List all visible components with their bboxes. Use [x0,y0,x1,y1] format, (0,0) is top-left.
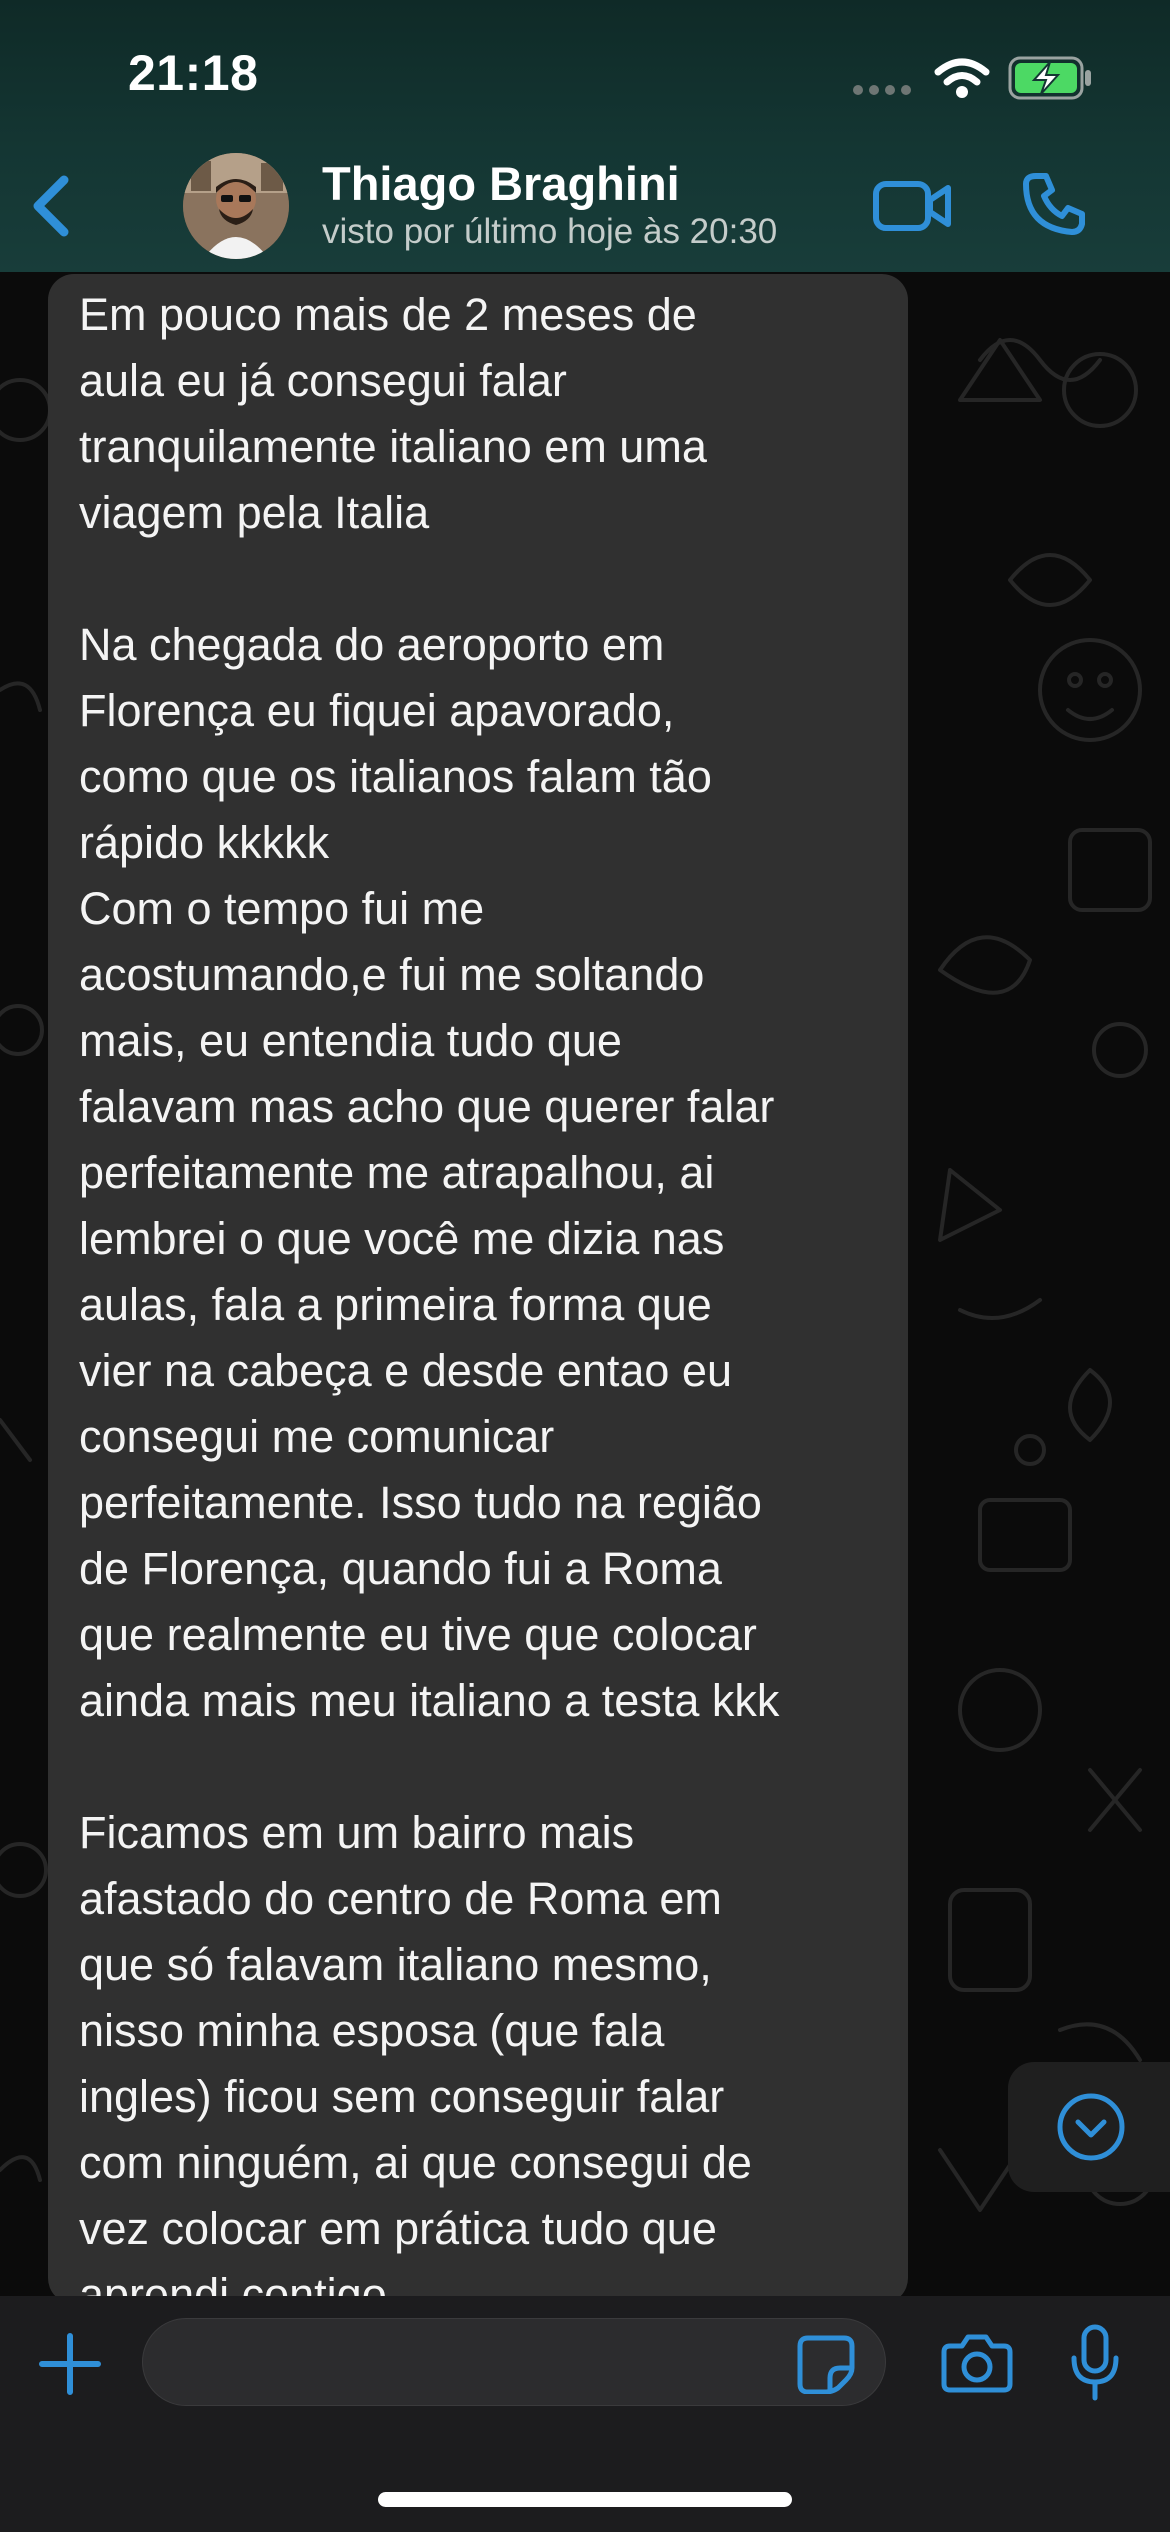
contact-last-seen: visto por último hoje às 20:30 [322,212,778,251]
battery-charging-icon [1008,56,1091,100]
chat-header: 21:18 Thiago Braghini visto por último h… [0,0,1170,272]
contact-avatar[interactable] [183,153,289,259]
video-call-button[interactable] [872,176,952,236]
contact-name[interactable]: Thiago Braghini [322,156,680,211]
scroll-to-bottom-button[interactable] [1008,2062,1170,2192]
microphone-icon [1071,2324,1119,2401]
camera-icon [941,2334,1013,2393]
incoming-message-bubble[interactable]: Em pouco mais de 2 meses de aula eu já c… [48,274,908,2304]
voice-message-button[interactable] [1070,2324,1120,2402]
status-bar-time: 21:18 [128,45,259,101]
chevron-left-icon [33,175,69,237]
back-button[interactable] [20,170,80,242]
avatar-photo [183,153,289,259]
wifi-icon [934,58,990,98]
message-input[interactable] [142,2318,886,2406]
home-indicator[interactable] [378,2492,792,2507]
voice-call-button[interactable] [1022,170,1088,236]
message-text: Em pouco mais de 2 meses de aula eu já c… [79,289,780,2304]
cellular-signal-icon [853,85,911,95]
plus-icon [39,2333,101,2395]
attach-button[interactable] [38,2332,102,2396]
sticker-icon [797,2335,855,2395]
sticker-button[interactable] [796,2334,856,2395]
video-camera-icon [873,181,951,231]
chevron-down-circle-icon [1057,2093,1125,2161]
camera-button[interactable] [940,2332,1014,2394]
phone-icon [1023,173,1085,235]
